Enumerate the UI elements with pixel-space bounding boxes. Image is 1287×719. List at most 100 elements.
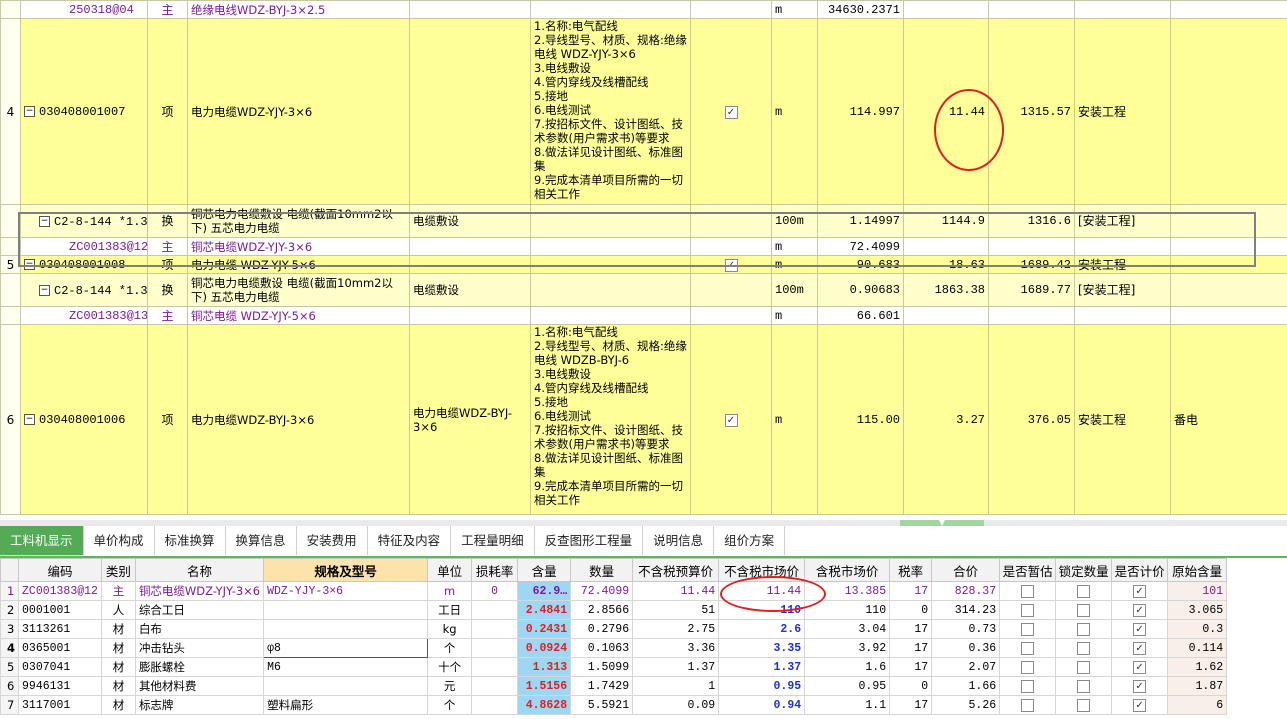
lock-cell[interactable] [1055,657,1113,677]
description-cell[interactable]: 1.名称:电气配线 2.导线型号、材质、规格:绝缘电线 WDZB-BYJ-6 3… [530,324,691,515]
market_tax-cell[interactable]: 3.04 [804,619,891,639]
unit-cell[interactable]: 个 [427,695,473,715]
tax-cell[interactable]: 17 [889,638,933,658]
type-cell[interactable]: 材 [100,638,136,658]
name-cell[interactable]: 铜芯电缆 WDZ-YJY-5×6 [187,306,410,325]
feature-cell[interactable] [409,255,531,274]
checkbox-checked-icon[interactable]: ✓ [724,258,738,272]
budget-cell[interactable]: 1.37 [632,657,720,677]
total-cell[interactable]: 1.66 [931,676,1001,696]
column-header[interactable]: 合价 [931,558,1001,582]
market-cell[interactable]: 110 [718,600,806,620]
unit-cell[interactable]: 元 [427,676,473,696]
resource-row[interactable]: 5 0307041 材膨胀螺栓 M6 十个 1.313 1.5099 1.37 1.37 1.6 1… [0,657,1228,677]
column-header[interactable]: 原始含量 [1167,558,1228,582]
name-cell[interactable]: 白布 [134,619,265,639]
column-header[interactable]: 含税市场价 [804,558,891,582]
column-header[interactable]: 编码 [18,558,102,582]
unit-cell[interactable]: kg [427,619,473,639]
quantity-cell[interactable]: 66.601 [817,306,904,325]
type-cell[interactable]: 主 [100,581,136,601]
column-header[interactable]: 含量 [517,558,572,582]
column-header[interactable]: 锁定数量 [1055,558,1113,582]
orig-cell[interactable]: 1.87 [1167,676,1228,696]
unit-cell[interactable]: 十个 [427,657,473,677]
bill-row[interactable]: 5−030408001008 项电力电缆 WDZ-YJY-5×6 ✓ m 90.683 1… [0,255,1287,274]
budget-cell[interactable]: 11.44 [632,581,720,601]
code-cell[interactable]: ZC001383@13 [20,306,148,325]
checkbox-empty-icon[interactable] [1077,604,1091,617]
content-cell[interactable]: 4.8628 [517,695,572,715]
qty-cell[interactable]: 5.5921 [570,695,634,715]
code-cell[interactable]: −030408001006 [20,324,148,515]
quantity-cell[interactable]: 1.14997 [817,204,904,238]
resource-row[interactable]: 2 0001001 人综合工日 工日 2.4841 2.8566 51 110 110 0 314.… [0,600,1228,620]
est-cell[interactable] [999,657,1057,677]
market_tax-cell[interactable]: 1.1 [804,695,891,715]
checkbox-checked-icon[interactable]: ✓ [1133,699,1147,712]
orig-cell[interactable]: 0.114 [1167,638,1228,658]
column-header[interactable]: 损耗率 [471,558,519,582]
tab-8[interactable]: 反查图形工程量 [534,526,644,555]
resource-row[interactable]: 3 3113261 材白布 kg 0.2431 0.2796 2.75 2.6 3.04 17 0.… [0,619,1228,639]
name-cell[interactable]: 电力电缆WDZ-BYJ-3×6 [187,324,410,515]
type-cell[interactable]: 人 [100,600,136,620]
total-cell[interactable]: 5.26 [931,695,1001,715]
bill-row[interactable]: ZC001383@13 主铜芯电缆 WDZ-YJY-5×6 m 66.601 [0,306,1287,325]
code-cell[interactable]: 0001001 [18,600,102,620]
priced-cell[interactable]: ✓ [1111,581,1169,601]
checkbox-empty-icon[interactable] [1077,585,1091,598]
loss-cell[interactable] [471,657,519,677]
description-cell[interactable] [530,237,691,256]
minus-box-icon[interactable]: − [24,259,35,270]
priced-cell[interactable]: ✓ [1111,695,1169,715]
loss-cell[interactable]: 0 [471,581,519,601]
minus-box-icon[interactable]: − [24,414,35,425]
checkbox-cell[interactable] [690,273,772,307]
market_tax-cell[interactable]: 3.92 [804,638,891,658]
checkbox-checked-icon[interactable]: ✓ [724,105,738,119]
total-cell[interactable]: 828.37 [931,581,1001,601]
checkbox-empty-icon[interactable] [1077,642,1091,655]
lock-cell[interactable] [1055,695,1113,715]
lock-cell[interactable] [1055,638,1113,658]
checkbox-checked-icon[interactable]: ✓ [1133,604,1147,617]
feature-cell[interactable] [409,306,531,325]
bill-row[interactable]: − C2-8-144 *1.3 换铜芯电力电缆敷设 电缆(截面10mm2以下) 五芯… [0,204,1287,238]
name-cell[interactable]: 铜芯电缆WDZ-YJY-3×6 [187,237,410,256]
code-cell[interactable]: ZC001383@12 [20,237,148,256]
content-cell[interactable]: 0.0924 [517,638,572,658]
budget-cell[interactable]: 2.75 [632,619,720,639]
code-cell[interactable]: 3117001 [18,695,102,715]
tab-5[interactable]: 安装费用 [296,526,368,555]
budget-cell[interactable]: 51 [632,600,720,620]
resource-row[interactable]: 1 ZC001383@12 主铜芯电缆WDZ-YJY-3×6 WDZ-YJY-3×6 m… [0,581,1228,601]
code-cell[interactable]: − C2-8-144 *1.3 [20,273,148,307]
checkbox-empty-icon[interactable] [1021,680,1035,693]
loss-cell[interactable] [471,600,519,620]
checkbox-cell[interactable] [690,204,772,238]
tax-cell[interactable]: 0 [889,600,933,620]
qty-cell[interactable]: 72.4099 [570,581,634,601]
column-header[interactable]: 税率 [889,558,933,582]
loss-cell[interactable] [471,676,519,696]
description-cell[interactable] [530,273,691,307]
total-cell[interactable]: 0.36 [931,638,1001,658]
checkbox-empty-icon[interactable] [1021,699,1035,712]
checkbox-checked-icon[interactable]: ✓ [1133,642,1147,655]
column-header[interactable]: 数量 [570,558,634,582]
lock-cell[interactable] [1055,619,1113,639]
priced-cell[interactable]: ✓ [1111,600,1169,620]
code-cell[interactable]: −030408001008 [20,255,148,274]
spec-cell[interactable]: WDZ-YJY-3×6 [263,581,429,601]
checkbox-empty-icon[interactable] [1077,661,1091,674]
total-cell[interactable]: 314.23 [931,600,1001,620]
loss-cell[interactable] [471,638,519,658]
unit-cell[interactable]: 工日 [427,600,473,620]
bill-row[interactable]: 4−030408001007 项电力电缆WDZ-YJY-3×6 1.名称:电气配线 … [0,18,1287,205]
quantity-cell[interactable]: 114.997 [817,18,904,205]
checkbox-checked-icon[interactable]: ✓ [724,413,738,427]
bill-row[interactable]: 6−030408001006 项电力电缆WDZ-BYJ-3×6 电力电缆WDZ-BY… [0,324,1287,515]
est-cell[interactable] [999,581,1057,601]
checkbox-cell[interactable]: ✓ [690,18,772,205]
